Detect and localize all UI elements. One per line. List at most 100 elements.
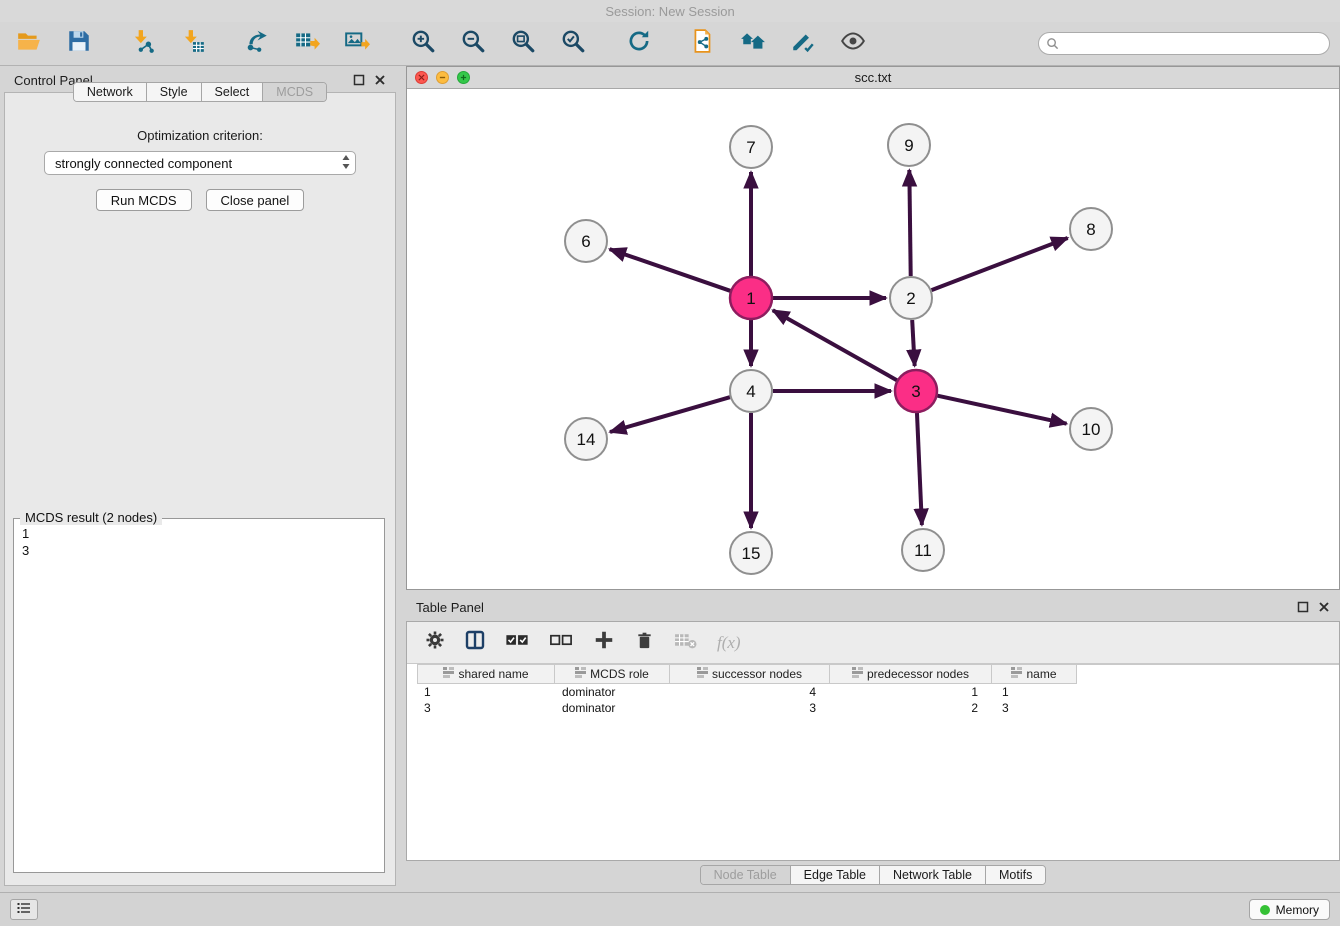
memory-button[interactable]: Memory [1249, 899, 1330, 920]
select-all-columns-button[interactable] [505, 632, 529, 654]
open-folder-icon [16, 28, 42, 59]
apply-style-button[interactable] [786, 27, 820, 61]
open-session-network-button[interactable] [686, 27, 720, 61]
delete-column-button[interactable] [635, 631, 654, 655]
import-table-button[interactable] [176, 27, 210, 61]
table-body: 1dominator4113dominator323 [407, 684, 1339, 716]
table-panel-title: Table Panel [416, 600, 484, 615]
run-mcds-button[interactable]: Run MCDS [96, 189, 192, 211]
table-panel: Table Panel f(x) shared nameMCDS role suc… [406, 595, 1340, 891]
table-tab-node-table[interactable]: Node Table [701, 866, 791, 884]
table-cell[interactable]: dominator [555, 684, 670, 700]
table-cell[interactable]: 3 [670, 700, 830, 716]
column-header-name[interactable]: name [992, 665, 1077, 684]
go-home-button[interactable] [736, 27, 770, 61]
edge-2-8[interactable] [932, 238, 1068, 290]
zoom-in-button[interactable] [406, 27, 440, 61]
table-row[interactable]: 3dominator323 [417, 700, 1339, 716]
show-columns-button[interactable] [465, 630, 485, 655]
table-tab-edge-table[interactable]: Edge Table [791, 866, 880, 884]
window-titlebar: Session: New Session [0, 0, 1340, 22]
edge-2-9[interactable] [909, 170, 910, 276]
table-tab-network-table[interactable]: Network Table [880, 866, 986, 884]
function-builder-button: f(x) [717, 633, 741, 653]
table-tab-motifs[interactable]: Motifs [986, 866, 1045, 884]
zoom-fit-button[interactable] [506, 27, 540, 61]
node-11[interactable]: 11 [902, 529, 944, 571]
edge-3-11[interactable] [917, 413, 922, 525]
node-7[interactable]: 7 [730, 126, 772, 168]
optimization-criterion-select[interactable]: strongly connected component [44, 151, 356, 175]
zoom-out-button[interactable] [456, 27, 490, 61]
column-label: successor nodes [712, 667, 802, 681]
node-9[interactable]: 9 [888, 124, 930, 166]
open-file-button[interactable] [12, 27, 46, 61]
save-session-button[interactable] [62, 27, 96, 61]
unchecked-boxes-icon [549, 632, 573, 654]
node-6[interactable]: 6 [565, 220, 607, 262]
edge-2-3[interactable] [912, 320, 914, 366]
node-8[interactable]: 8 [1070, 208, 1112, 250]
column-header-successor-nodes[interactable]: successor nodes [670, 665, 830, 684]
mcds-result-line: 3 [22, 542, 376, 559]
memory-status-icon [1260, 905, 1270, 915]
network-view-window: scc.txt 1234678910111415 [406, 66, 1340, 590]
table-cell[interactable]: 4 [670, 684, 830, 700]
import-network-button[interactable] [126, 27, 160, 61]
table-cell[interactable]: 1 [992, 684, 1077, 700]
unselect-all-columns-button[interactable] [549, 632, 573, 654]
column-header-MCDS-role[interactable]: MCDS role [555, 665, 670, 684]
control-panel: Control Panel NetworkStyleSelectMCDS Opt… [4, 68, 396, 886]
refresh-view-button[interactable] [622, 27, 656, 61]
edge-3-1[interactable] [773, 310, 897, 380]
add-column-button[interactable] [593, 629, 615, 656]
mcds-result-list[interactable]: 13 [14, 519, 384, 565]
new-network-button[interactable] [240, 27, 274, 61]
table-cell[interactable]: 2 [830, 700, 992, 716]
zoom-selected-button[interactable] [556, 27, 590, 61]
node-label: 1 [746, 289, 755, 308]
node-1[interactable]: 1 [730, 277, 772, 319]
node-2[interactable]: 2 [890, 277, 932, 319]
float-table-panel-icon[interactable] [1297, 601, 1309, 613]
close-table-panel-icon[interactable] [1318, 601, 1330, 613]
import-network-icon [130, 28, 156, 59]
task-history-button[interactable] [10, 899, 38, 920]
table-row[interactable]: 1dominator411 [417, 684, 1339, 700]
save-floppy-icon [66, 28, 92, 59]
edge-3-10[interactable] [937, 396, 1066, 424]
node-4[interactable]: 4 [730, 370, 772, 412]
node-14[interactable]: 14 [565, 418, 607, 460]
export-table-button[interactable] [290, 27, 324, 61]
node-3[interactable]: 3 [895, 370, 937, 412]
table-cell[interactable]: dominator [555, 700, 670, 716]
edge-1-6[interactable] [610, 249, 731, 291]
table-cell[interactable]: 1 [417, 684, 555, 700]
edge-4-14[interactable] [610, 397, 730, 432]
control-tab-select[interactable]: Select [202, 83, 264, 101]
image-arrow-icon [344, 28, 370, 59]
node-15[interactable]: 15 [730, 532, 772, 574]
export-image-button[interactable] [340, 27, 374, 61]
control-tab-style[interactable]: Style [147, 83, 202, 101]
table-cell[interactable]: 3 [417, 700, 555, 716]
column-header-predecessor-nodes[interactable]: predecessor nodes [830, 665, 992, 684]
column-label: name [1026, 667, 1056, 681]
table-cell[interactable]: 1 [830, 684, 992, 700]
table-settings-button[interactable] [425, 630, 445, 655]
show-hide-panels-button[interactable] [836, 27, 870, 61]
control-tab-network[interactable]: Network [74, 83, 147, 101]
gear-icon [425, 630, 445, 655]
network-canvas[interactable]: 1 2 3 4 6 7 8 9 10 11 14 15 [407, 89, 1339, 589]
node-10[interactable]: 10 [1070, 408, 1112, 450]
search-input[interactable] [1038, 32, 1330, 55]
table-cell[interactable]: 3 [992, 700, 1077, 716]
close-panel-button[interactable]: Close panel [206, 189, 305, 211]
zoom-in-icon [410, 28, 436, 59]
control-tab-mcds[interactable]: MCDS [263, 83, 326, 101]
main-toolbar [0, 22, 1340, 66]
document-network-icon [690, 28, 716, 59]
column-header-shared-name[interactable]: shared name [417, 665, 555, 684]
app-window: Session: New Session [0, 0, 1340, 926]
node-label: 7 [746, 138, 755, 157]
